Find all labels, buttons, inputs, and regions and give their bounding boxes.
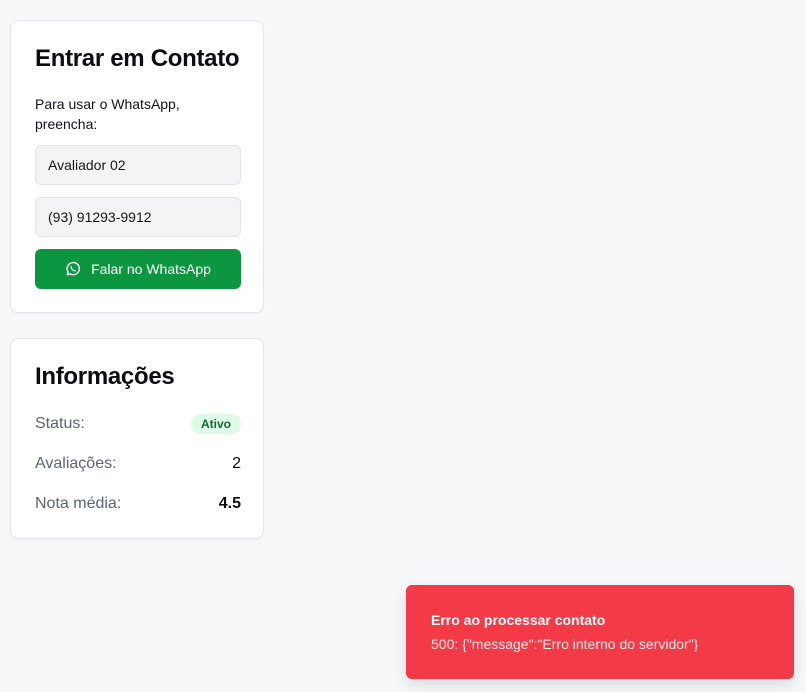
toast-description: 500: {"message":"Erro interno do servido… — [431, 636, 699, 652]
status-badge: Ativo — [191, 414, 241, 434]
info-card: Informações Status: Ativo Avaliações: 2 … — [10, 338, 264, 539]
status-label: Status: — [35, 415, 85, 432]
status-row: Status: Ativo — [35, 412, 241, 436]
info-title: Informações — [35, 363, 175, 390]
evaluations-label: Avaliações: — [35, 455, 117, 472]
phone-input[interactable] — [35, 197, 241, 237]
name-input[interactable] — [35, 145, 241, 185]
average-rating-row: Nota média: 4.5 — [35, 492, 241, 516]
whatsapp-button-label: Falar no WhatsApp — [91, 261, 211, 277]
whatsapp-button[interactable]: Falar no WhatsApp — [35, 249, 241, 289]
whatsapp-instructions: Para usar o WhatsApp, preencha: — [35, 96, 180, 132]
error-toast[interactable]: Erro ao processar contato 500: {"message… — [406, 585, 794, 679]
evaluations-row: Avaliações: 2 — [35, 452, 241, 476]
whatsapp-icon — [65, 261, 81, 277]
evaluations-value: 2 — [232, 455, 241, 472]
toast-title: Erro ao processar contato — [431, 612, 606, 628]
contact-card: Entrar em Contato Para usar o WhatsApp, … — [10, 20, 264, 313]
average-rating-label: Nota média: — [35, 495, 122, 512]
contact-title: Entrar em Contato — [35, 45, 240, 72]
average-rating-value: 4.5 — [218, 495, 241, 512]
